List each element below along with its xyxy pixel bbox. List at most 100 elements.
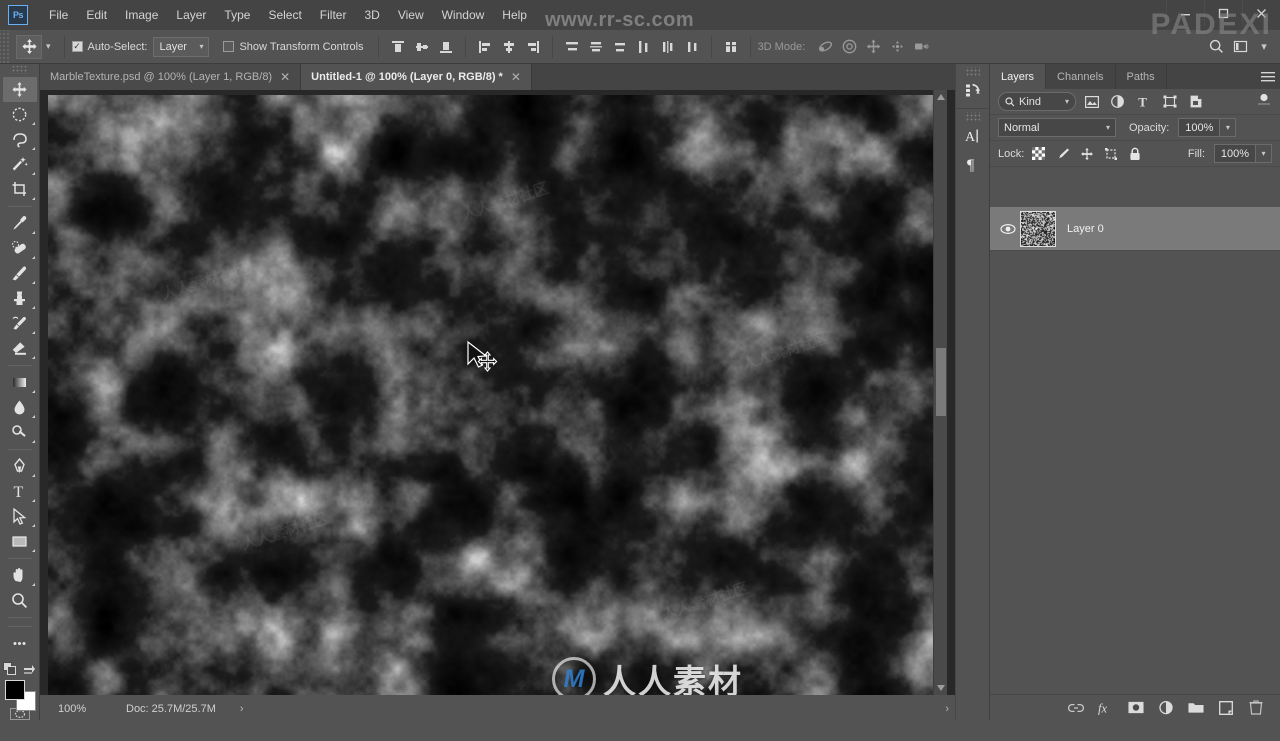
rectangle-tool-icon[interactable] [3, 529, 37, 554]
close-icon[interactable]: ✕ [280, 71, 290, 83]
menu-item-edit[interactable]: Edit [77, 0, 116, 30]
pen-tool-icon[interactable] [3, 454, 37, 479]
chevron-down-icon[interactable]: ▾ [1252, 35, 1276, 59]
show-transform-controls-checkbox[interactable] [223, 41, 234, 52]
blur-tool-icon[interactable] [3, 395, 37, 420]
gradient-tool-icon[interactable] [3, 370, 37, 395]
auto-select-checkbox[interactable]: ✓ [72, 41, 83, 52]
brush-tool-icon[interactable] [3, 261, 37, 286]
align-bottom-edges-icon[interactable] [434, 35, 458, 59]
maximize-button[interactable] [1204, 0, 1242, 26]
zoom-3d-camera-icon[interactable] [909, 35, 933, 59]
slide-3d-camera-icon[interactable] [885, 35, 909, 59]
close-icon[interactable]: ✕ [511, 71, 521, 83]
rectangular-marquee-tool-icon[interactable] [3, 102, 37, 127]
pan-3d-camera-icon[interactable] [861, 35, 885, 59]
align-right-edges-icon[interactable] [521, 35, 545, 59]
hand-tool-icon[interactable] [3, 563, 37, 588]
canvas-area[interactable]: 人人素材社区 人人素材社区 人人素材社区 人人素材社区 人人素材社区 M 人人素… [40, 90, 955, 695]
lock-transparent-pixels-icon[interactable] [1029, 144, 1048, 163]
align-horizontal-centers-icon[interactable] [497, 35, 521, 59]
default-colors-icon[interactable] [3, 662, 17, 676]
character-panel-icon[interactable]: A [956, 122, 989, 150]
menu-item-filter[interactable]: Filter [311, 0, 356, 30]
distribute-right-edges-icon[interactable] [680, 35, 704, 59]
history-brush-tool-icon[interactable] [3, 311, 37, 336]
menu-item-help[interactable]: Help [493, 0, 536, 30]
layer-style-button[interactable]: fx [1098, 699, 1114, 717]
zoom-tool-icon[interactable] [3, 588, 37, 613]
minimize-button[interactable] [1166, 0, 1204, 26]
rail-grip[interactable] [966, 67, 980, 77]
tab-channels[interactable]: Channels [1046, 64, 1115, 89]
document-canvas[interactable] [48, 95, 938, 695]
layer-row-layer-0[interactable]: Layer 0 [990, 207, 1280, 251]
align-top-edges-icon[interactable] [386, 35, 410, 59]
auto-select-scope-select[interactable]: Layer ▾ [153, 37, 209, 57]
eyedropper-tool-icon[interactable] [3, 211, 37, 236]
opacity-field[interactable]: 100% [1178, 118, 1220, 137]
scroll-down-arrow-icon[interactable] [934, 681, 948, 695]
menu-item-3d[interactable]: 3D [355, 0, 388, 30]
filter-toggle-icon[interactable] [1256, 93, 1272, 111]
scroll-up-arrow-icon[interactable] [934, 90, 948, 104]
menu-item-file[interactable]: File [40, 0, 77, 30]
crop-tool-icon[interactable] [3, 177, 37, 202]
lock-artboard-nesting-icon[interactable] [1101, 144, 1120, 163]
rail-grip[interactable] [966, 112, 980, 122]
lock-all-icon[interactable] [1125, 144, 1144, 163]
status-expand-arrow-icon[interactable]: › [216, 703, 244, 715]
new-group-button[interactable] [1188, 699, 1204, 717]
status-right-arrow-icon[interactable]: › [945, 703, 955, 715]
magic-wand-tool-icon[interactable] [3, 152, 37, 177]
color-swatches[interactable] [3, 680, 37, 702]
edit-toolbar-tool-icon[interactable] [3, 631, 37, 656]
document-tab-marbletexture[interactable]: MarbleTexture.psd @ 100% (Layer 1, RGB/8… [40, 64, 301, 90]
document-tab-untitled-1[interactable]: Untitled-1 @ 100% (Layer 0, RGB/8) * ✕ [301, 64, 532, 90]
search-icon[interactable] [1204, 35, 1228, 59]
layer-visibility-toggle-icon[interactable] [996, 223, 1020, 235]
filter-pixel-layers-icon[interactable] [1081, 92, 1102, 111]
foreground-color-swatch[interactable] [5, 680, 25, 700]
spot-healing-brush-tool-icon[interactable] [3, 236, 37, 261]
horizontal-type-tool-icon[interactable]: T [3, 479, 37, 504]
distribute-vertical-centers-icon[interactable] [584, 35, 608, 59]
new-adjustment-layer-button[interactable] [1158, 699, 1174, 717]
opacity-stepper[interactable]: ▾ [1220, 118, 1236, 137]
close-button[interactable] [1242, 0, 1280, 26]
distribute-top-edges-icon[interactable] [560, 35, 584, 59]
distribute-horizontal-centers-icon[interactable] [656, 35, 680, 59]
workspace-switcher-icon[interactable] [1228, 35, 1252, 59]
tab-paths[interactable]: Paths [1116, 64, 1167, 89]
menu-item-layer[interactable]: Layer [167, 0, 215, 30]
lock-image-pixels-icon[interactable] [1053, 144, 1072, 163]
options-bar-grip[interactable] [0, 30, 10, 64]
filter-smart-objects-icon[interactable] [1185, 92, 1206, 111]
swap-colors-icon[interactable] [23, 663, 36, 676]
paragraph-panel-icon[interactable]: ¶ [956, 150, 989, 178]
dodge-tool-icon[interactable] [3, 420, 37, 445]
clone-stamp-tool-icon[interactable] [3, 286, 37, 311]
menu-item-view[interactable]: View [389, 0, 433, 30]
layer-thumbnail[interactable] [1020, 211, 1056, 247]
filter-adjustment-layers-icon[interactable] [1107, 92, 1128, 111]
align-left-edges-icon[interactable] [473, 35, 497, 59]
orbit-3d-camera-icon[interactable] [813, 35, 837, 59]
filter-shape-layers-icon[interactable] [1159, 92, 1180, 111]
align-vertical-centers-icon[interactable] [410, 35, 434, 59]
new-layer-button[interactable] [1218, 699, 1234, 717]
menu-item-type[interactable]: Type [215, 0, 259, 30]
canvas-vertical-scrollbar[interactable] [933, 90, 947, 695]
tab-layers[interactable]: Layers [990, 64, 1046, 89]
add-layer-mask-button[interactable] [1128, 699, 1144, 717]
history-panel-icon[interactable] [956, 77, 989, 105]
scrollbar-thumb[interactable] [936, 348, 946, 416]
distribute-bottom-edges-icon[interactable] [608, 35, 632, 59]
panel-menu-icon[interactable] [1256, 64, 1280, 89]
tools-panel-grip[interactable] [12, 66, 28, 74]
zoom-level-field[interactable]: 100% [40, 703, 102, 715]
filter-type-layers-icon[interactable]: T [1133, 92, 1154, 111]
fill-field[interactable]: 100% [1214, 144, 1256, 163]
fill-stepper[interactable]: ▾ [1256, 144, 1272, 163]
filter-kind-select[interactable]: Kind ▾ [998, 92, 1076, 111]
